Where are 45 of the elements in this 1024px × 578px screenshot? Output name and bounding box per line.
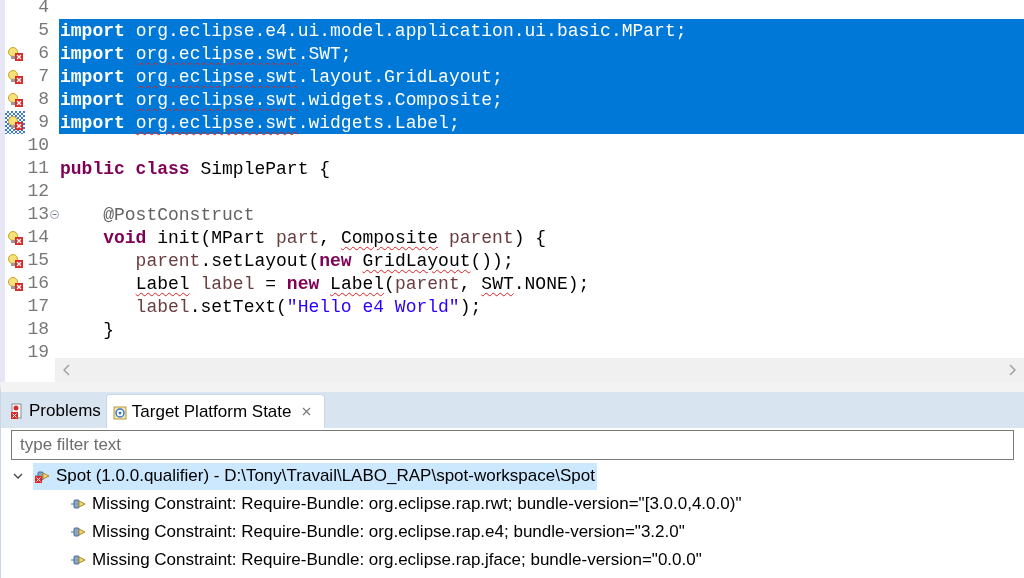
error-lightbulb-icon[interactable] (7, 45, 23, 62)
line-number: 10 (26, 134, 49, 157)
code-line: Label label = new Label(parent, SWT.NONE); (134, 274, 590, 294)
code-line: } (102, 320, 114, 340)
code-line: import org.eclipse.swt.widgets.Label; (60, 113, 460, 133)
line-number: 13 (26, 203, 49, 226)
code-line: label.setText("Hello e4 World"); (134, 297, 482, 317)
filter-field[interactable]: type filter text (11, 430, 1014, 460)
line-number: 4 (37, 0, 49, 19)
line-number: 12 (26, 180, 49, 203)
code-line: parent.setLayout(new GridLayout()); (134, 251, 514, 271)
fold-icon[interactable] (49, 210, 59, 219)
error-lightbulb-icon[interactable] (7, 252, 23, 269)
tree-item[interactable]: Missing Constraint: Require-Bundle: org.eclipse.rap.e4; bundle-version="3.2.0" (69, 518, 687, 546)
line-number: 18 (26, 318, 49, 341)
tree-item[interactable]: Missing Constraint: Require-Bundle: org.eclipse.rap.jface; bundle-version="0.0.0" (69, 546, 704, 574)
line-number: 16 (26, 272, 49, 295)
view-tab[interactable]: Target Platform State (105, 394, 325, 428)
tree-item[interactable]: Missing Constraint: Require-Bundle: org.eclipse.rap.rwt; bundle-version="[3.0.0,4.0.0)" (69, 490, 744, 518)
line-number: 19 (26, 341, 49, 358)
error-lightbulb-icon[interactable] (7, 68, 23, 85)
line-number: 14 (26, 226, 49, 249)
line-number: 5 (37, 19, 49, 42)
error-lightbulb-icon[interactable] (7, 275, 23, 292)
target-icon (111, 403, 128, 420)
line-number: 15 (26, 249, 49, 272)
line-number: 17 (26, 295, 49, 318)
line-number: 11 (26, 157, 49, 180)
code-line: public class SimplePart { (60, 159, 331, 179)
code-line: import org.eclipse.swt.SWT; (60, 44, 352, 64)
line-number: 8 (37, 88, 49, 111)
line-number: 6 (37, 42, 49, 65)
error-lightbulb-icon[interactable] (7, 229, 23, 246)
error-lightbulb-icon[interactable] (7, 91, 23, 108)
problems-icon (11, 403, 25, 419)
tree-item[interactable]: Spot (1.0.0.qualifier) - D:\Tony\Travail\LABO_RAP\spot-workspace\Spot (33, 462, 597, 490)
code-line: void init(MPart part, Composite parent) { (102, 228, 547, 248)
chevron-icon[interactable] (13, 472, 23, 480)
code-line: import org.eclipse.e4.ui.model.application.ui.basic.MPart; (60, 21, 687, 41)
code-line: import org.eclipse.swt.layout.GridLayout; (60, 67, 503, 87)
line-number: 7 (37, 65, 49, 88)
code-line: @PostConstruct (102, 205, 255, 225)
close-icon[interactable] (301, 407, 311, 416)
line-number: 9 (37, 111, 49, 134)
code-line: import org.eclipse.swt.widgets.Composite; (60, 90, 503, 110)
